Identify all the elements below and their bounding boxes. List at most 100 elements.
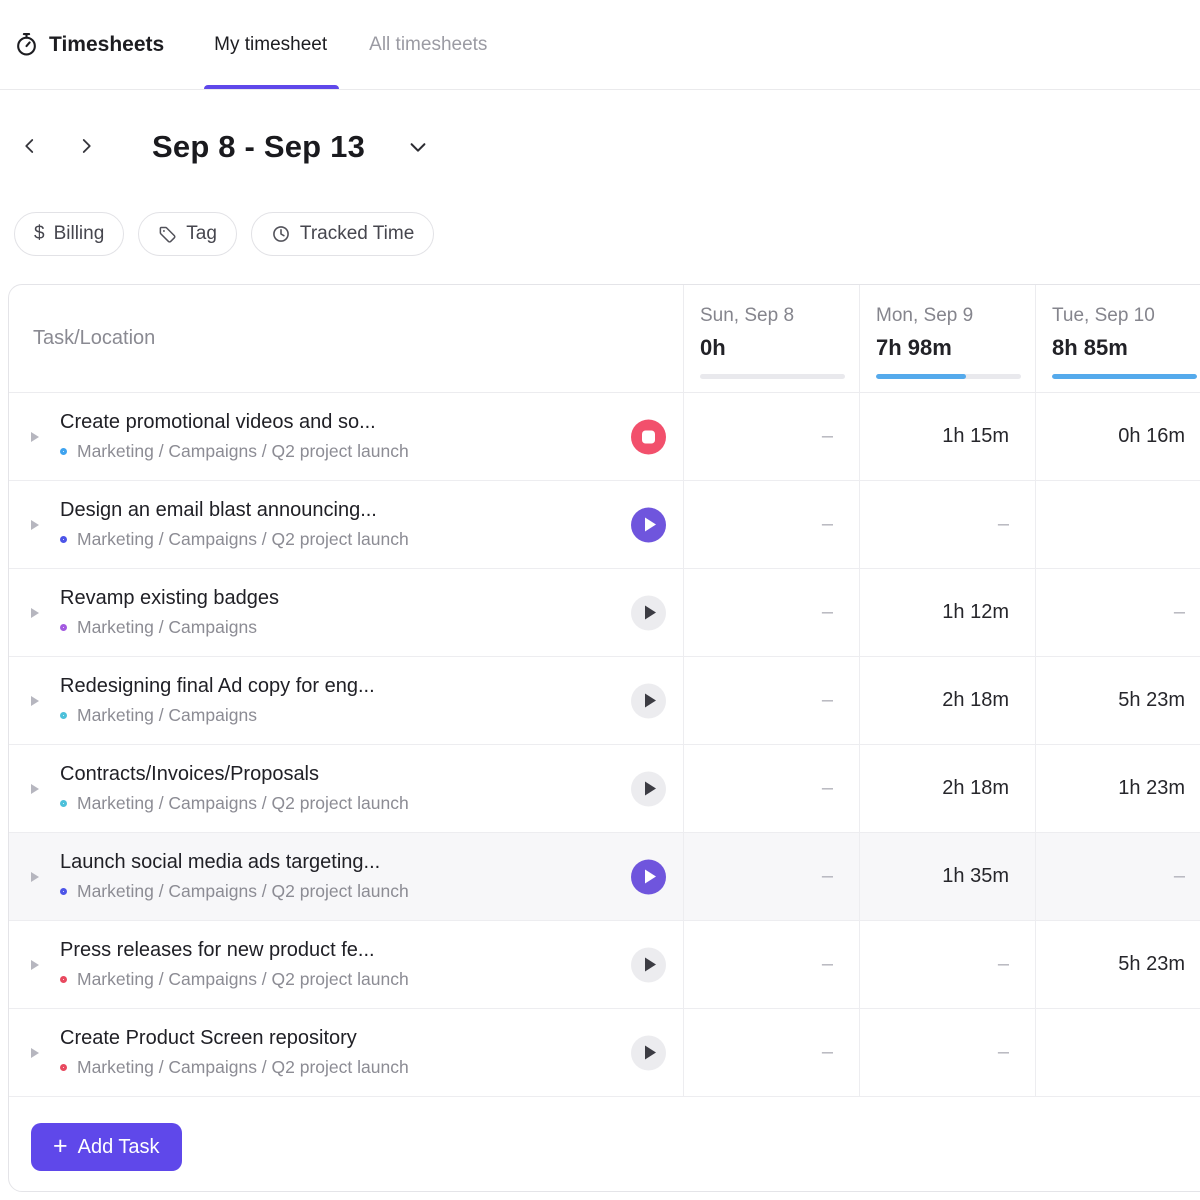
timer-state-icon <box>645 1046 656 1060</box>
time-cell-tue[interactable]: 1h 23m <box>1035 745 1200 832</box>
time-cell-sun[interactable]: – <box>683 481 859 568</box>
task-title[interactable]: Launch social media ads targeting... <box>60 851 409 874</box>
date-range-title: Sep 8 - Sep 13 <box>152 129 365 165</box>
day-label: Sun, Sep 8 <box>700 305 845 327</box>
timer-button[interactable] <box>631 1035 666 1070</box>
tab-all-timesheets[interactable]: All timesheets <box>369 0 487 89</box>
add-task-button[interactable]: + Add Task <box>31 1123 182 1171</box>
time-cell-sun[interactable]: – <box>683 921 859 1008</box>
task-cell: Design an email blast announcing... Mark… <box>9 481 683 568</box>
time-cell-sun[interactable]: – <box>683 745 859 832</box>
day-label: Mon, Sep 9 <box>876 305 1021 327</box>
tracked-time-filter-chip[interactable]: Tracked Time <box>251 212 434 256</box>
time-cell-tue[interactable]: 5h 23m <box>1035 921 1200 1008</box>
table-row[interactable]: Create promotional videos and so... Mark… <box>9 393 1200 481</box>
timer-state-icon <box>645 870 656 884</box>
time-cell-sun[interactable]: – <box>683 657 859 744</box>
timer-button[interactable] <box>631 859 666 894</box>
task-cell: Redesigning final Ad copy for eng... Mar… <box>9 657 683 744</box>
task-title[interactable]: Press releases for new product fe... <box>60 939 409 962</box>
timer-button[interactable] <box>631 683 666 718</box>
breadcrumb-text: Marketing / Campaigns / Q2 project launc… <box>77 529 409 550</box>
timer-button[interactable] <box>631 771 666 806</box>
next-week-button[interactable] <box>66 127 106 167</box>
caret-right-icon[interactable] <box>31 608 39 618</box>
billing-chip-label: Billing <box>54 223 105 245</box>
task-title[interactable]: Revamp existing badges <box>60 587 279 610</box>
time-cell-mon[interactable]: – <box>859 921 1035 1008</box>
tag-chip-label: Tag <box>186 223 217 245</box>
tag-filter-chip[interactable]: Tag <box>138 212 237 256</box>
chevron-right-icon <box>77 137 95 158</box>
task-title[interactable]: Create Product Screen repository <box>60 1027 409 1050</box>
time-cell-tue[interactable]: – <box>1035 833 1200 920</box>
time-cell-mon[interactable]: 1h 35m <box>859 833 1035 920</box>
breadcrumb-text: Marketing / Campaigns <box>77 617 257 638</box>
time-cell-mon[interactable]: 1h 12m <box>859 569 1035 656</box>
timer-button[interactable] <box>631 507 666 542</box>
table-row[interactable]: Revamp existing badges Marketing / Campa… <box>9 569 1200 657</box>
timer-button[interactable] <box>631 947 666 982</box>
task-breadcrumb: Marketing / Campaigns / Q2 project launc… <box>60 1057 409 1078</box>
table-row[interactable]: Create Product Screen repository Marketi… <box>9 1009 1200 1097</box>
timer-button[interactable] <box>631 419 666 454</box>
time-cell-mon[interactable]: 2h 18m <box>859 745 1035 832</box>
table-row[interactable]: Design an email blast announcing... Mark… <box>9 481 1200 569</box>
project-dot-icon <box>60 976 67 983</box>
task-title[interactable]: Redesigning final Ad copy for eng... <box>60 675 375 698</box>
breadcrumb-text: Marketing / Campaigns / Q2 project launc… <box>77 441 409 462</box>
breadcrumb-text: Marketing / Campaigns / Q2 project launc… <box>77 793 409 814</box>
caret-right-icon[interactable] <box>31 872 39 882</box>
project-dot-icon <box>60 536 67 543</box>
caret-right-icon[interactable] <box>31 520 39 530</box>
project-dot-icon <box>60 1064 67 1071</box>
time-cell-tue[interactable] <box>1035 481 1200 568</box>
app-brand: Timesheets <box>14 32 164 57</box>
time-cell-tue[interactable]: 5h 23m <box>1035 657 1200 744</box>
task-cell: Press releases for new product fe... Mar… <box>9 921 683 1008</box>
time-cell-tue[interactable]: – <box>1035 569 1200 656</box>
app-title: Timesheets <box>49 33 164 57</box>
day-total: 8h 85m <box>1052 335 1197 361</box>
tab-my-timesheet[interactable]: My timesheet <box>214 0 327 89</box>
caret-right-icon[interactable] <box>31 960 39 970</box>
time-cell-sun[interactable]: – <box>683 393 859 480</box>
task-breadcrumb: Marketing / Campaigns / Q2 project launc… <box>60 881 409 902</box>
table-row[interactable]: Contracts/Invoices/Proposals Marketing /… <box>9 745 1200 833</box>
time-cell-mon[interactable]: 1h 15m <box>859 393 1035 480</box>
timer-button[interactable] <box>631 595 666 630</box>
caret-right-icon[interactable] <box>31 784 39 794</box>
time-cell-sun[interactable]: – <box>683 1009 859 1096</box>
task-title[interactable]: Design an email blast announcing... <box>60 499 409 522</box>
day-progress-track <box>1052 374 1197 379</box>
time-cell-mon[interactable]: – <box>859 481 1035 568</box>
task-breadcrumb: Marketing / Campaigns <box>60 617 279 638</box>
billing-filter-chip[interactable]: $ Billing <box>14 212 124 256</box>
add-task-label: Add Task <box>78 1136 160 1159</box>
caret-right-icon[interactable] <box>31 432 39 442</box>
caret-right-icon[interactable] <box>31 696 39 706</box>
task-title[interactable]: Create promotional videos and so... <box>60 411 409 434</box>
plus-icon: + <box>53 1132 68 1161</box>
dollar-icon: $ <box>34 223 45 245</box>
time-cell-tue[interactable]: 0h 16m <box>1035 393 1200 480</box>
timesheet-tabs: My timesheet All timesheets <box>214 0 487 89</box>
time-cell-sun[interactable]: – <box>683 569 859 656</box>
time-cell-mon[interactable]: – <box>859 1009 1035 1096</box>
timer-state-icon <box>645 694 656 708</box>
timer-state-icon <box>645 606 656 620</box>
time-cell-mon[interactable]: 2h 18m <box>859 657 1035 744</box>
filter-chips: $ Billing Tag Tracked Time <box>14 212 1200 256</box>
time-cell-sun[interactable]: – <box>683 833 859 920</box>
project-dot-icon <box>60 448 67 455</box>
timer-state-icon <box>642 430 655 443</box>
time-cell-tue[interactable] <box>1035 1009 1200 1096</box>
table-row[interactable]: Redesigning final Ad copy for eng... Mar… <box>9 657 1200 745</box>
prev-week-button[interactable] <box>10 127 50 167</box>
date-range-dropdown[interactable]: Sep 8 - Sep 13 <box>152 129 429 165</box>
project-dot-icon <box>60 888 67 895</box>
table-row[interactable]: Launch social media ads targeting... Mar… <box>9 833 1200 921</box>
caret-right-icon[interactable] <box>31 1048 39 1058</box>
task-title[interactable]: Contracts/Invoices/Proposals <box>60 763 409 786</box>
table-row[interactable]: Press releases for new product fe... Mar… <box>9 921 1200 1009</box>
